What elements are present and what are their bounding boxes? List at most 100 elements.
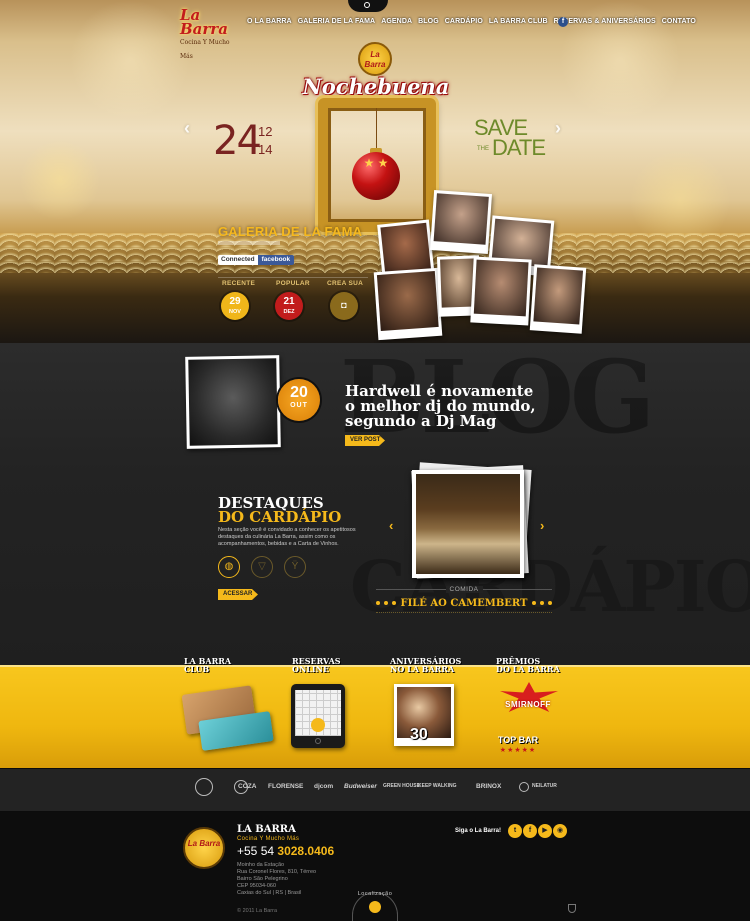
menu-description: Nesta seção você é convidado a conhecer … xyxy=(218,527,356,547)
drink-icon[interactable]: ▽ xyxy=(251,556,273,578)
tab-crea-sua[interactable]: CREA SUA xyxy=(327,280,363,287)
partner-brinox[interactable]: BRINOX xyxy=(476,783,501,790)
facebook-icon[interactable]: f xyxy=(523,824,537,838)
promo-premios-line-2: DO LA BARRA xyxy=(496,664,560,674)
dish-photo[interactable] xyxy=(412,470,524,578)
partner-keep-walking[interactable]: KEEP WALKING xyxy=(418,783,457,789)
gallery-photo[interactable] xyxy=(529,264,587,334)
blog-date-badge: 20 OUT xyxy=(278,379,320,421)
phone-number: 3028.0406 xyxy=(277,844,335,858)
nav-item-o-la-barra[interactable]: O LA BARRA xyxy=(244,18,295,25)
camera-icon[interactable]: ◘ xyxy=(330,292,358,320)
phone-prefix: +55 54 xyxy=(237,844,275,858)
blog-day: 20 xyxy=(290,384,308,401)
address-line: CEP 95034-060 xyxy=(237,883,277,889)
nav-item-galeria[interactable]: GALERIA DE LA FAMA xyxy=(295,18,379,25)
award-stars: ★★★★★ xyxy=(499,747,537,754)
main-nav: O LA BARRA GALERIA DE LA FAMA AGENDA BLO… xyxy=(244,18,699,25)
footer-name: LA BARRA xyxy=(237,824,296,835)
sparkle-lights xyxy=(0,233,750,273)
dot xyxy=(532,601,536,605)
gallery-photo[interactable] xyxy=(429,190,493,254)
address-line: Rua Coronel Flores, 810, Térreo xyxy=(237,869,317,875)
promo-reservas-title[interactable]: RESERVAS ONLINE xyxy=(292,657,341,673)
popular-date-badge[interactable]: 21 DEZ xyxy=(275,292,303,320)
hero-prev-arrow-icon[interactable]: ‹ xyxy=(184,118,190,139)
save-line-2: DATE xyxy=(492,135,546,160)
gallery-title[interactable]: GALERIA DE LA FAMA xyxy=(218,224,362,239)
hero-next-arrow-icon[interactable]: › xyxy=(555,118,561,139)
partner-florense[interactable]: FLORENSE xyxy=(268,783,303,790)
nav-item-agenda[interactable]: AGENDA xyxy=(378,18,415,25)
connected-label: Connected xyxy=(218,255,258,265)
dish-category: COMIDA xyxy=(376,586,552,593)
partner-neilatur[interactable]: NEILATUR xyxy=(532,783,557,789)
twitter-icon[interactable]: t xyxy=(508,824,522,838)
partner-logo-neilatur[interactable] xyxy=(519,782,529,792)
footer-copyright: © 2011 La Barra xyxy=(237,908,278,914)
gallery-photo[interactable] xyxy=(470,256,532,326)
location-label[interactable]: Localização xyxy=(350,891,400,897)
site-logo[interactable]: La Barra Cocina Y Mucho Más xyxy=(180,6,235,61)
promo-club-title[interactable]: LA BARRA CLUB xyxy=(184,657,231,673)
logo-tagline: Cocina Y Mucho Más xyxy=(180,39,230,60)
christmas-ornament-icon: ★ ★ xyxy=(352,152,400,200)
recent-day: 29 xyxy=(229,296,241,307)
wine-icon[interactable]: Ÿ xyxy=(284,556,306,578)
access-menu-button[interactable]: ACESSAR xyxy=(218,589,258,600)
promo-reservas-line-2: ONLINE xyxy=(292,664,330,674)
tab-recente[interactable]: RECENTE xyxy=(222,280,255,287)
gallery-photo[interactable] xyxy=(373,267,443,341)
dish-name[interactable]: FILÉ AO CAMEMBERT xyxy=(376,598,552,609)
save-the-date: SAVE THE DATE xyxy=(474,117,546,160)
partners-bar xyxy=(0,768,750,812)
instagram-icon[interactable]: ◉ xyxy=(553,824,567,838)
partner-coza[interactable]: COZA xyxy=(238,783,256,790)
blog-post-title[interactable]: Hardwell é novamente o melhor dj do mund… xyxy=(345,384,545,429)
birthday-number: 30 xyxy=(410,726,428,743)
dot xyxy=(548,601,552,605)
nav-item-contato[interactable]: CONTATO xyxy=(659,18,699,25)
partner-logo-badge[interactable] xyxy=(195,778,213,796)
dot xyxy=(540,601,544,605)
tab-popular[interactable]: POPULAR xyxy=(276,280,310,287)
promo-aniversarios-line-2: NO LA BARRA xyxy=(390,664,455,674)
logo-text: La Barra xyxy=(180,6,228,38)
nav-item-cardapio[interactable]: CARDÁPIO xyxy=(442,18,486,25)
location-pin-icon[interactable] xyxy=(369,901,381,913)
award-brand: SMIRNOFF xyxy=(505,700,551,709)
dish-next-arrow-icon[interactable]: › xyxy=(540,518,544,533)
promo-club-line-2: CLUB xyxy=(184,664,210,674)
dish-prev-arrow-icon[interactable]: ‹ xyxy=(389,518,393,533)
facebook-label: facebook xyxy=(257,255,295,265)
nav-item-club[interactable]: LA BARRA CLUB xyxy=(486,18,551,25)
reservation-tablet[interactable] xyxy=(291,684,345,748)
follow-label: Siga o La Barra! xyxy=(455,828,502,834)
promo-premios-title[interactable]: PRÊMIOS DO LA BARRA xyxy=(496,657,560,673)
event-logo: La Barra xyxy=(358,42,392,76)
view-post-button[interactable]: VER POST xyxy=(345,435,385,446)
recent-date-badge[interactable]: 29 NOV xyxy=(221,292,249,320)
plate-icon[interactable]: ◍ xyxy=(218,556,240,578)
facebook-icon[interactable]: f xyxy=(558,17,568,27)
partner-budweiser[interactable]: Budweiser xyxy=(344,783,377,790)
address-line: Caxias do Sul | RS | Brasil xyxy=(237,890,302,896)
youtube-icon[interactable]: ▶ xyxy=(538,824,552,838)
footer-phone: +55 54 3028.0406 xyxy=(237,844,334,858)
blog-post-photo[interactable] xyxy=(185,355,281,449)
nav-item-blog[interactable]: BLOG xyxy=(415,18,442,25)
footer-address: Moinho da Estação Rua Coronel Flores, 81… xyxy=(237,862,357,897)
footer-logo[interactable]: La Barra xyxy=(183,827,225,869)
address-line: Bairro São Pelegrino xyxy=(237,876,288,882)
blog-month: OUT xyxy=(290,402,308,409)
search-icon xyxy=(364,2,370,8)
facebook-connect-button[interactable]: Connected facebook xyxy=(218,255,295,265)
partner-green-house[interactable]: GREEN HOUSE xyxy=(383,783,420,789)
partner-djcom[interactable]: djcom xyxy=(314,783,333,790)
search-tab[interactable] xyxy=(348,0,388,12)
gallery-divider xyxy=(218,277,368,278)
event-title: Nochebuena xyxy=(302,74,450,99)
promo-aniversarios-title[interactable]: ANIVERSÁRIOS NO LA BARRA xyxy=(390,657,461,673)
event-month: 12 xyxy=(258,124,273,139)
award-title[interactable]: TOP BAR xyxy=(488,735,548,745)
